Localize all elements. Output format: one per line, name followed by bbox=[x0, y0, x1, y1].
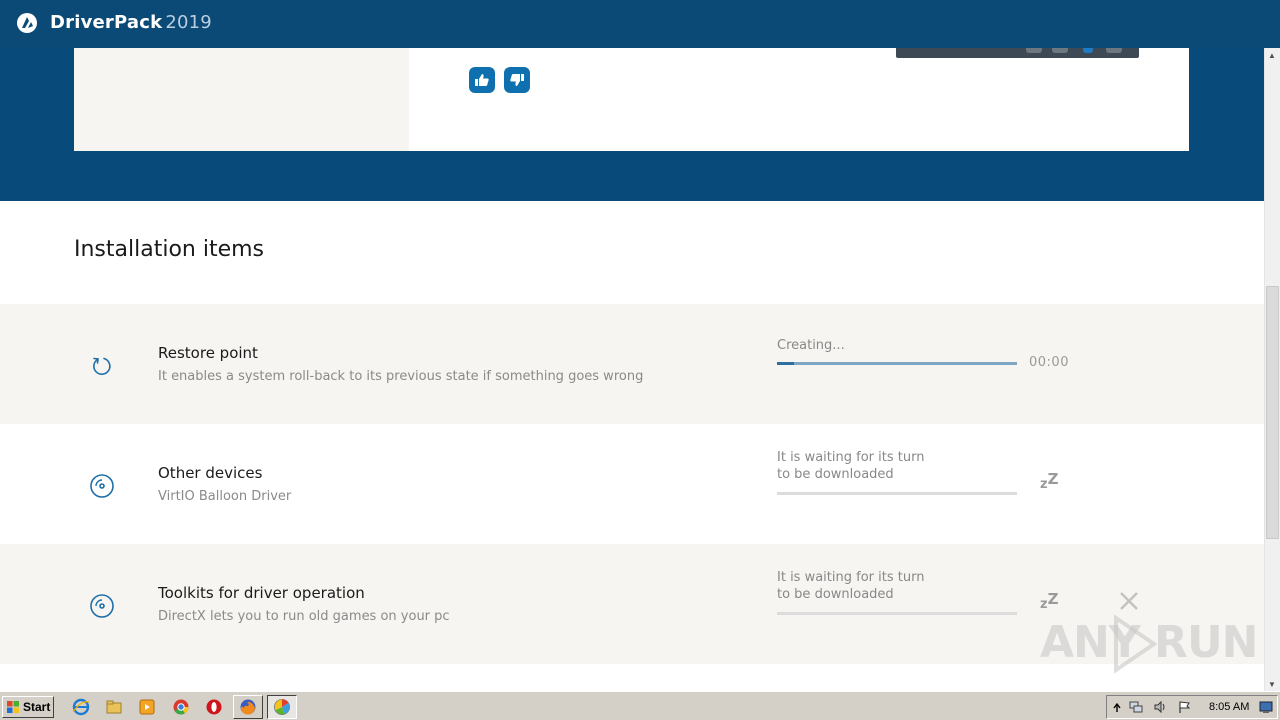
taskbar: Start 8:05 AM bbox=[0, 691, 1280, 720]
item-description: VirtIO Balloon Driver bbox=[158, 489, 292, 504]
item-title: Restore point bbox=[158, 344, 258, 362]
item-status: Creating... bbox=[777, 338, 845, 353]
install-item-other-devices: Other devices VirtIO Balloon Driver It i… bbox=[0, 424, 1264, 544]
show-desktop-icon[interactable] bbox=[1259, 700, 1273, 714]
item-time: 00:00 bbox=[1029, 355, 1069, 370]
item-title: Toolkits for driver operation bbox=[158, 584, 365, 602]
item-status: It is waiting for its turn to be downloa… bbox=[777, 449, 1007, 483]
item-status: It is waiting for its turn to be downloa… bbox=[777, 569, 1007, 603]
folder-icon[interactable] bbox=[105, 698, 123, 716]
banner-card-sidebar bbox=[74, 48, 409, 151]
taskbar-clock[interactable]: 8:05 AM bbox=[1209, 701, 1249, 713]
item-description: DirectX lets you to run old games on you… bbox=[158, 609, 450, 624]
scrollbar-thumb[interactable] bbox=[1266, 286, 1279, 539]
item-description: It enables a system roll-back to its pre… bbox=[158, 369, 644, 384]
item-status-line: It is waiting for its turn bbox=[777, 570, 925, 585]
windows-flag-icon bbox=[7, 701, 19, 713]
thumbs-up-button[interactable] bbox=[469, 67, 495, 93]
scroll-down-button[interactable]: ▼ bbox=[1264, 677, 1280, 691]
slider-strip bbox=[896, 48, 1139, 58]
start-label: Start bbox=[23, 700, 51, 714]
banner-card bbox=[74, 48, 1189, 151]
scroll-up-button[interactable]: ▲ bbox=[1264, 48, 1280, 62]
item-progress-bar bbox=[777, 362, 1017, 365]
sleep-icon: zZ bbox=[1040, 470, 1058, 492]
install-item-restore-point: Restore point It enables a system roll-b… bbox=[0, 304, 1264, 424]
driverpack-task-button[interactable] bbox=[267, 695, 297, 719]
slider-dot[interactable] bbox=[1052, 48, 1068, 53]
driverpack-task-icon bbox=[274, 699, 290, 715]
app-year: 2019 bbox=[165, 12, 212, 33]
slider-dot[interactable] bbox=[1026, 48, 1042, 53]
banner bbox=[0, 48, 1264, 201]
sleep-big: Z bbox=[1047, 470, 1059, 488]
item-progress-bar bbox=[777, 492, 1017, 495]
spinner-icon bbox=[93, 357, 111, 376]
firefox-task-button[interactable] bbox=[233, 695, 263, 719]
action-center-flag-icon[interactable] bbox=[1177, 700, 1191, 714]
start-button[interactable]: Start bbox=[2, 696, 54, 718]
media-player-icon[interactable] bbox=[138, 698, 156, 716]
thumbs-up-icon bbox=[475, 74, 489, 86]
network-icon[interactable] bbox=[1129, 700, 1143, 714]
item-title: Other devices bbox=[158, 464, 263, 482]
slider-dot-active[interactable] bbox=[1083, 48, 1093, 53]
item-status-line: It is waiting for its turn bbox=[777, 450, 925, 465]
app-name: DriverPack bbox=[50, 12, 163, 33]
title-bar: DriverPack 2019 bbox=[0, 0, 1280, 48]
sleep-small: z bbox=[1040, 477, 1048, 492]
thumbs-down-button[interactable] bbox=[504, 67, 530, 93]
slider-dot[interactable] bbox=[1106, 48, 1122, 53]
opera-icon[interactable] bbox=[205, 698, 223, 716]
item-progress-bar bbox=[777, 612, 1017, 615]
watermark-text: ANY RUN bbox=[1040, 617, 1258, 668]
section-title: Installation items bbox=[74, 237, 265, 262]
disc-icon bbox=[90, 594, 114, 618]
item-progress-fill bbox=[777, 362, 794, 365]
chrome-icon[interactable] bbox=[172, 698, 190, 716]
item-status-line: to be downloaded bbox=[777, 587, 894, 602]
system-tray bbox=[1106, 695, 1278, 719]
app-title: DriverPack 2019 bbox=[50, 12, 212, 33]
firefox-icon bbox=[240, 699, 256, 715]
internet-explorer-icon[interactable] bbox=[72, 698, 90, 716]
disc-icon bbox=[90, 474, 114, 498]
driverpack-logo-icon bbox=[17, 13, 37, 33]
volume-icon[interactable] bbox=[1153, 700, 1167, 714]
item-status-line: to be downloaded bbox=[777, 467, 894, 482]
tray-expand-icon[interactable] bbox=[1110, 700, 1124, 714]
thumbs-down-icon bbox=[510, 74, 524, 86]
